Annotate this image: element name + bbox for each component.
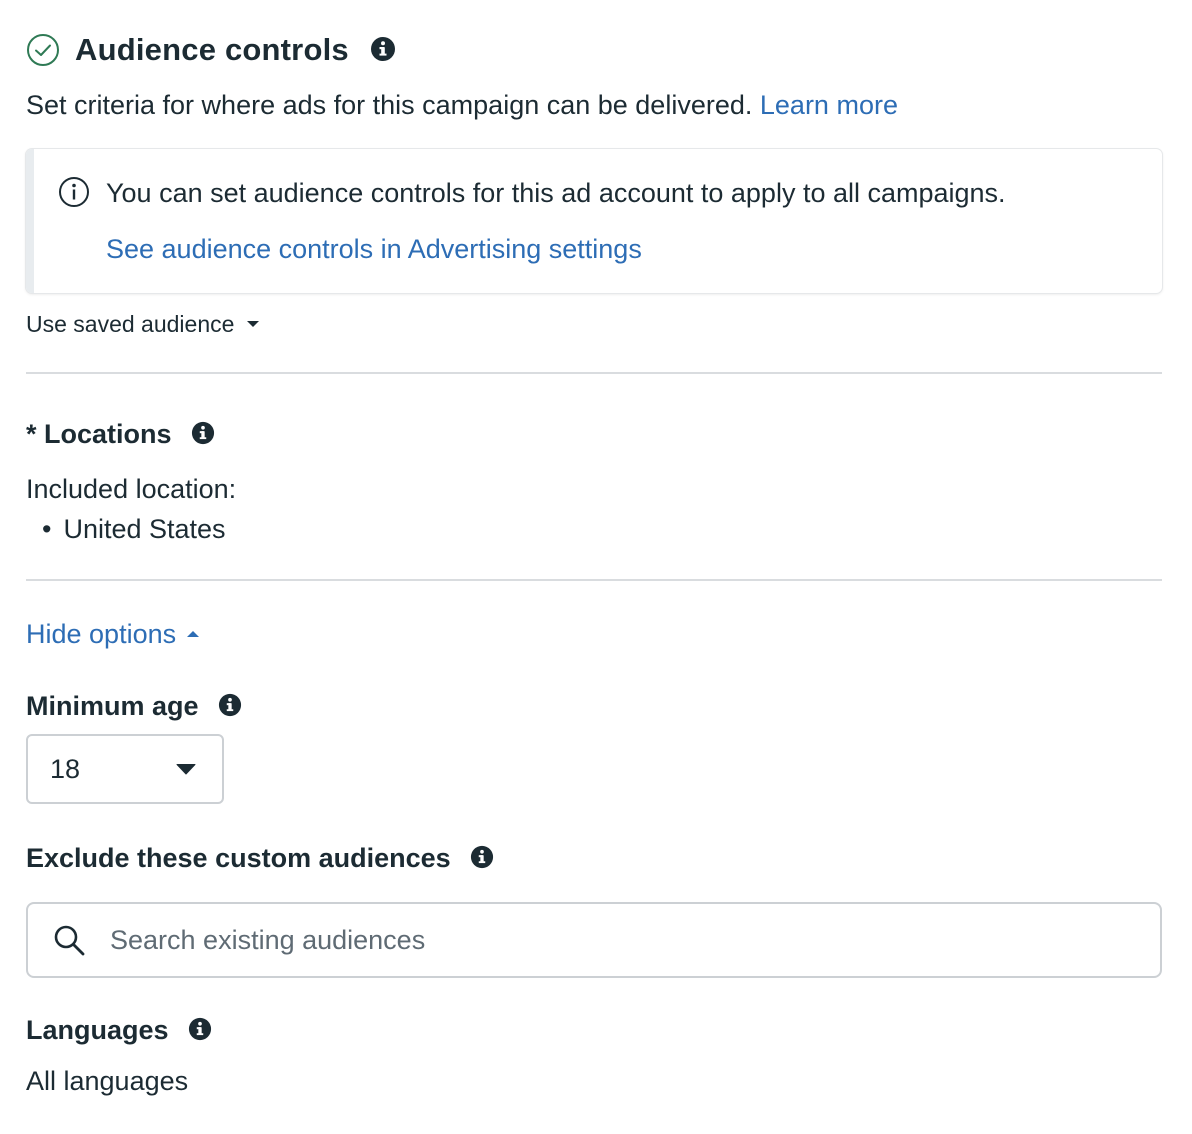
bullet: •: [42, 514, 52, 544]
minimum-age-value: 18: [50, 753, 81, 784]
audience-search-box[interactable]: [26, 902, 1162, 978]
location-item: • United States: [42, 510, 226, 548]
caret-up-icon: [187, 631, 200, 637]
required-marker: *: [26, 419, 37, 449]
minimum-age-title: Minimum age: [26, 691, 199, 721]
info-icon[interactable]: [191, 421, 215, 445]
locations-title: Locations: [44, 419, 172, 449]
notice-text: You can set audience controls for this a…: [106, 178, 1006, 208]
notice-accent-bar: [26, 149, 34, 293]
info-icon[interactable]: [470, 845, 494, 869]
minimum-age-heading: Minimum age: [26, 687, 242, 725]
use-saved-audience-dropdown[interactable]: Use saved audience: [26, 308, 260, 340]
languages-heading: Languages: [26, 1011, 212, 1049]
audience-search-input[interactable]: [108, 923, 1072, 957]
check-circle-icon: [27, 34, 59, 66]
exclude-audiences-title: Exclude these custom audiences: [26, 843, 451, 873]
exclude-audiences-heading: Exclude these custom audiences: [26, 839, 494, 877]
advertising-settings-link[interactable]: See audience controls in Advertising set…: [106, 230, 642, 268]
divider: [26, 579, 1162, 581]
locations-heading: * Locations: [26, 415, 215, 453]
location-name: United States: [63, 514, 226, 544]
search-icon: [54, 925, 85, 956]
info-outline-icon: [59, 177, 89, 207]
languages-title: Languages: [26, 1015, 169, 1045]
languages-value: All languages: [26, 1066, 189, 1096]
info-icon[interactable]: [218, 693, 242, 717]
info-icon[interactable]: [370, 36, 396, 62]
hide-options-label: Hide options: [26, 619, 177, 649]
divider: [26, 372, 1162, 374]
caret-down-icon: [176, 764, 196, 775]
hide-options-toggle[interactable]: Hide options: [26, 615, 200, 653]
included-location-label: Included location:: [26, 474, 237, 504]
learn-more-link[interactable]: Learn more: [760, 90, 898, 120]
info-icon[interactable]: [188, 1017, 212, 1041]
minimum-age-select[interactable]: 18: [26, 734, 224, 804]
section-title: Audience controls: [75, 30, 396, 70]
saved-audience-label: Use saved audience: [26, 311, 235, 337]
caret-down-icon: [247, 321, 260, 327]
audience-controls-title: Audience controls: [75, 32, 349, 67]
description: Set criteria for where ads for this camp…: [26, 86, 898, 124]
info-notice: [26, 149, 1162, 293]
description-text: Set criteria for where ads for this camp…: [26, 90, 753, 120]
